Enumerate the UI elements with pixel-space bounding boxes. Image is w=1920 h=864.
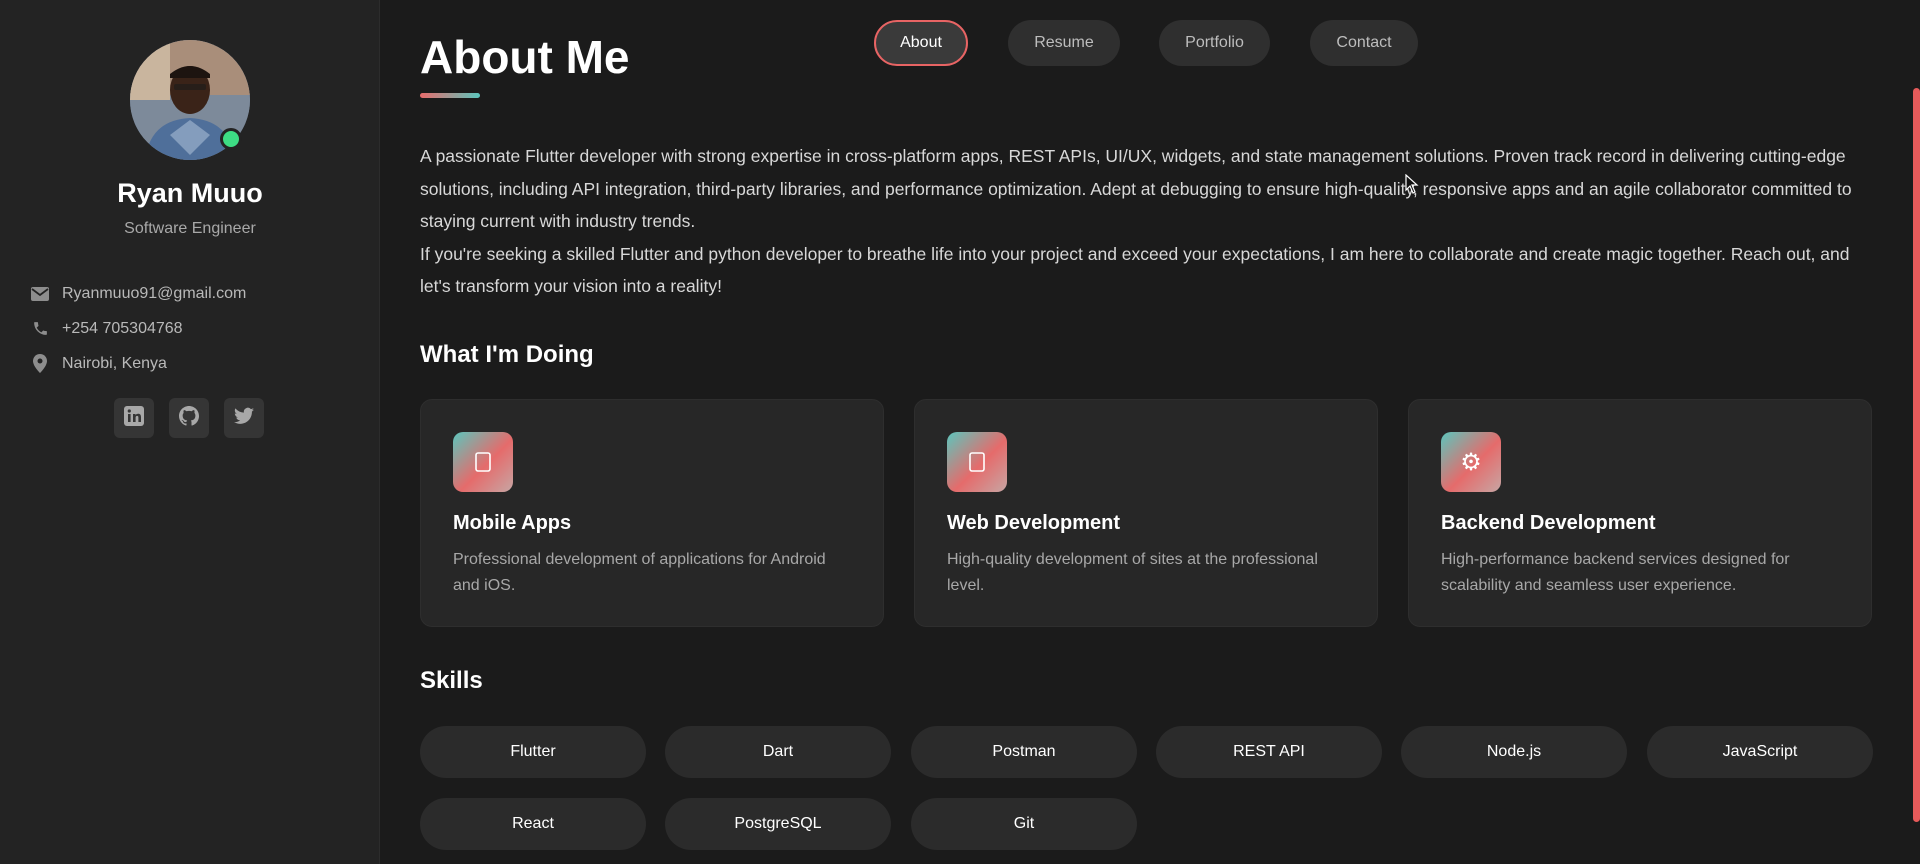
contact-location-text: Nairobi, Kenya [62,354,167,372]
service-card-title: Backend Development [1441,512,1656,534]
contact-email[interactable]: Ryanmuuo91@gmail.com [30,276,246,311]
tab-resume[interactable]: Resume [1008,20,1120,66]
about-text: A passionate Flutter developer with stro… [420,140,1880,303]
service-card-title: Mobile Apps [453,512,572,534]
contact-list: Ryanmuuo91@gmail.com +254 705304768 Nair… [30,276,246,381]
github-button[interactable] [169,398,209,438]
linkedin-button[interactable] [114,398,154,438]
skill-pill: React [420,798,646,850]
twitter-icon [234,407,254,430]
title-underline [420,93,480,98]
github-icon [179,405,200,431]
about-paragraph-2: If you're seeking a skilled Flutter and … [420,243,1850,297]
profile-name: Ryan Muuo [117,178,263,208]
skill-pill: Dart [665,726,891,778]
skill-pill: Node.js [1401,726,1627,778]
section-title-skills: Skills [420,667,483,694]
skill-pill: JavaScript [1647,726,1873,778]
twitter-button[interactable] [224,398,264,438]
contact-phone-text: +254 705304768 [62,319,183,337]
portfolio-page: Ryan Muuo Software Engineer Ryanmuuo91@g… [0,0,1920,864]
mouse-cursor-icon [1405,173,1419,199]
mail-icon [30,284,50,304]
service-card-backend: ⚙ Backend Development High-performance b… [1408,399,1872,627]
scrollbar-thumb[interactable] [1913,88,1920,822]
service-card-web: Web Development High-quality development… [914,399,1378,627]
service-cards: Mobile Apps Professional development of … [420,399,1872,627]
tab-contact[interactable]: Contact [1310,20,1418,66]
skill-pill: Postman [911,726,1137,778]
avatar-container [130,40,250,160]
skill-pill: Flutter [420,726,646,778]
service-card-title: Web Development [947,512,1120,534]
social-links [114,398,264,438]
service-card-desc: High-performance backend services design… [1441,551,1790,594]
skill-pill: REST API [1156,726,1382,778]
about-paragraph-1: A passionate Flutter developer with stro… [420,146,1852,231]
sidebar: Ryan Muuo Software Engineer Ryanmuuo91@g… [0,0,380,864]
service-card-desc: High-quality development of sites at the… [947,551,1318,594]
online-status-indicator [220,128,242,150]
section-title-doing: What I'm Doing [420,341,594,368]
contact-email-text: Ryanmuuo91@gmail.com [62,284,247,302]
tab-about[interactable]: About [874,20,968,66]
main-content: About Resume Portfolio Contact About Me … [380,0,1920,864]
tab-portfolio[interactable]: Portfolio [1159,20,1270,66]
phone-icon [30,319,50,339]
web-icon [947,432,1007,492]
service-card-mobile: Mobile Apps Professional development of … [420,399,884,627]
contact-location: Nairobi, Kenya [30,346,246,381]
profile-role: Software Engineer [124,220,256,237]
gear-icon: ⚙ [1441,432,1501,492]
mobile-icon [453,432,513,492]
contact-phone[interactable]: +254 705304768 [30,311,246,346]
skill-pill: PostgreSQL [665,798,891,850]
location-pin-icon [30,354,50,374]
skill-pill: Git [911,798,1137,850]
linkedin-icon [124,405,144,431]
page-title: About Me [420,31,630,83]
service-card-desc: Professional development of applications… [453,551,826,594]
